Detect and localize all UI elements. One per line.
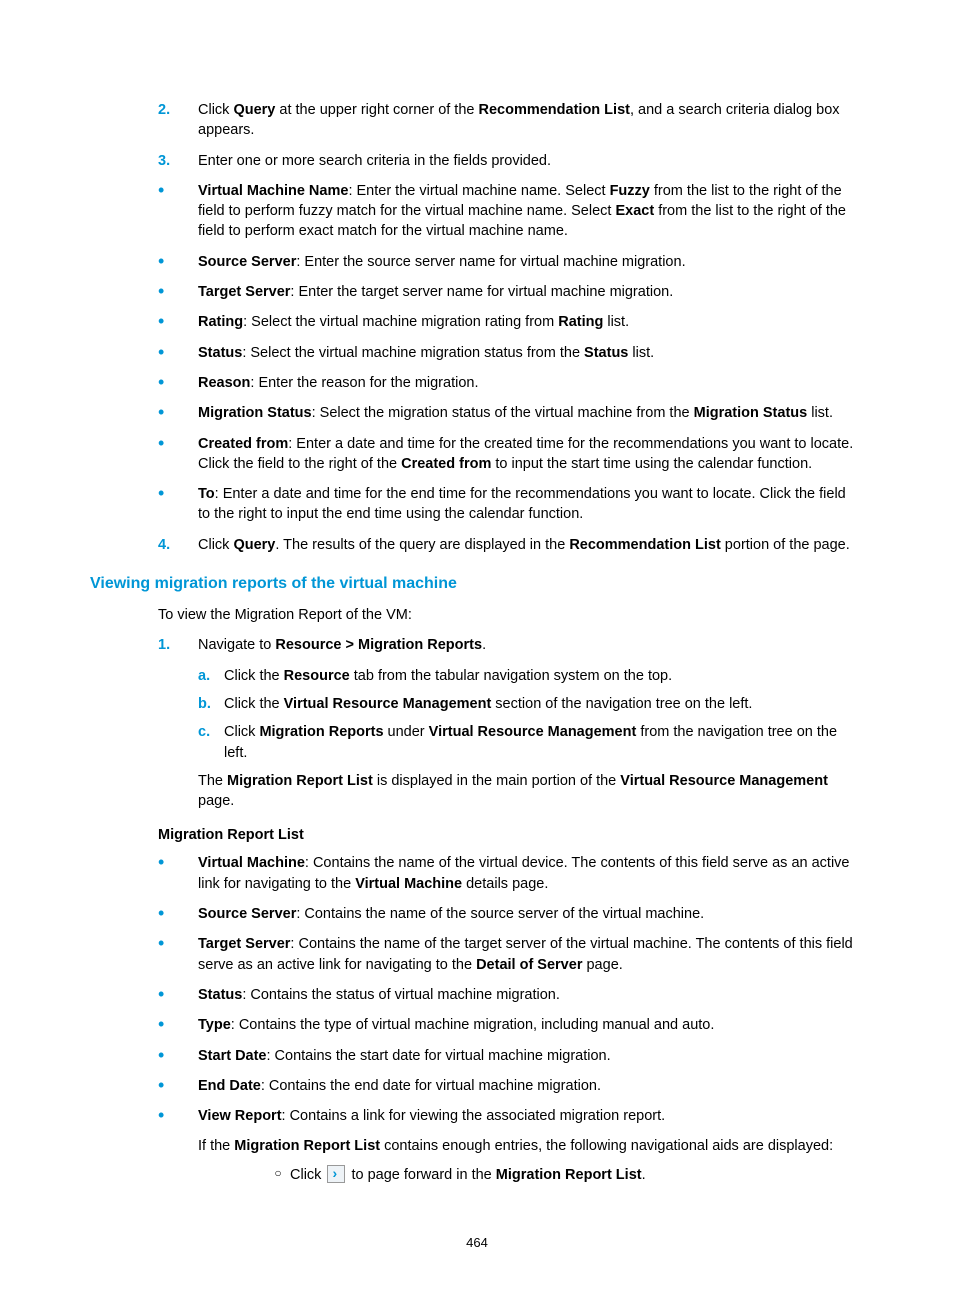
substep-text: Click the Virtual Resource Management se…	[224, 694, 752, 714]
bullet-text: View Report: Contains a link for viewing…	[198, 1106, 864, 1185]
section-heading: Viewing migration reports of the virtual…	[90, 575, 864, 593]
nav-step-1: 1. Navigate to Resource > Migration Repo…	[90, 635, 864, 655]
bullet-icon: •	[90, 282, 198, 302]
bullet-icon: •	[90, 1046, 198, 1066]
bullet-icon: •	[90, 934, 198, 975]
mrl-status: • Status: Contains the status of virtual…	[90, 985, 864, 1005]
list-marker: b.	[198, 694, 224, 714]
bullet-icon: •	[90, 434, 198, 475]
bullet-text: Virtual Machine: Contains the name of th…	[198, 853, 864, 894]
bullet-text: Status: Select the virtual machine migra…	[198, 343, 864, 363]
mrl-source-server: • Source Server: Contains the name of th…	[90, 904, 864, 924]
bullet-text: Status: Contains the status of virtual m…	[198, 985, 864, 1005]
bullet-icon: •	[90, 853, 198, 894]
bullet-icon: •	[90, 484, 198, 525]
bullet-status: • Status: Select the virtual machine mig…	[90, 343, 864, 363]
navaid-item: ○ Click to page forward in the Migration…	[198, 1165, 860, 1185]
bullet-rating: • Rating: Select the virtual machine mig…	[90, 312, 864, 332]
mrl-start-date: • Start Date: Contains the start date fo…	[90, 1046, 864, 1066]
mrl-vm: • Virtual Machine: Contains the name of …	[90, 853, 864, 894]
bullet-text: Source Server: Contains the name of the …	[198, 904, 864, 924]
substep-text: Click the Resource tab from the tabular …	[224, 666, 672, 686]
step-3: 3. Enter one or more search criteria in …	[90, 151, 864, 171]
bullet-icon: •	[90, 904, 198, 924]
bullet-migration-status: • Migration Status: Select the migration…	[90, 403, 864, 423]
bullet-text: Rating: Select the virtual machine migra…	[198, 312, 864, 332]
bullet-icon: •	[90, 985, 198, 1005]
navaid-text: Click to page forward in the Migration R…	[290, 1165, 860, 1185]
bullet-created-from: • Created from: Enter a date and time fo…	[90, 434, 864, 475]
list-marker: c.	[198, 722, 224, 763]
list-marker: a.	[198, 666, 224, 686]
bullet-icon: •	[90, 312, 198, 332]
circle-bullet-icon: ○	[198, 1165, 290, 1185]
list-marker: 3.	[90, 151, 198, 171]
mrl-heading: Migration Report List	[90, 827, 864, 843]
substep-a: a. Click the Resource tab from the tabul…	[198, 666, 864, 686]
list-marker: 1.	[90, 635, 198, 655]
substep-b: b. Click the Virtual Resource Management…	[198, 694, 864, 714]
page-number: 464	[0, 1235, 954, 1250]
bullet-text: Source Server: Enter the source server n…	[198, 252, 864, 272]
step-text: Navigate to Resource > Migration Reports…	[198, 635, 864, 655]
page-forward-icon	[327, 1165, 345, 1183]
bullet-vm-name: • Virtual Machine Name: Enter the virtua…	[90, 181, 864, 242]
bullet-text: Created from: Enter a date and time for …	[198, 434, 864, 475]
bullet-text: Virtual Machine Name: Enter the virtual …	[198, 181, 864, 242]
bullet-text: To: Enter a date and time for the end ti…	[198, 484, 864, 525]
section-intro: To view the Migration Report of the VM:	[90, 605, 864, 625]
mrl-end-date: • End Date: Contains the end date for vi…	[90, 1076, 864, 1096]
bullet-icon: •	[90, 1106, 198, 1185]
bullet-icon: •	[90, 252, 198, 272]
bullet-icon: •	[90, 373, 198, 393]
mrl-type: • Type: Contains the type of virtual mac…	[90, 1015, 864, 1035]
bullet-icon: •	[90, 181, 198, 242]
mrl-view-report: • View Report: Contains a link for viewi…	[90, 1106, 864, 1185]
bullet-text: Start Date: Contains the start date for …	[198, 1046, 864, 1066]
step-text: Click Query at the upper right corner of…	[198, 100, 864, 141]
bullet-text: Type: Contains the type of virtual machi…	[198, 1015, 864, 1035]
bullet-text: Reason: Enter the reason for the migrati…	[198, 373, 864, 393]
step-2: 2. Click Query at the upper right corner…	[90, 100, 864, 141]
bullet-text: Migration Status: Select the migration s…	[198, 403, 864, 423]
bullet-icon: •	[90, 343, 198, 363]
bullet-to: • To: Enter a date and time for the end …	[90, 484, 864, 525]
step-text: Click Query. The results of the query ar…	[198, 535, 864, 555]
document-page: 2. Click Query at the upper right corner…	[0, 0, 954, 1296]
bullet-icon: •	[90, 1076, 198, 1096]
bullet-icon: •	[90, 403, 198, 423]
bullet-source-server: • Source Server: Enter the source server…	[90, 252, 864, 272]
list-marker: 2.	[90, 100, 198, 141]
substep-text: Click Migration Reports under Virtual Re…	[224, 722, 864, 763]
bullet-reason: • Reason: Enter the reason for the migra…	[90, 373, 864, 393]
bullet-text: Target Server: Enter the target server n…	[198, 282, 864, 302]
list-marker: 4.	[90, 535, 198, 555]
navaid-intro: If the Migration Report List contains en…	[198, 1136, 860, 1156]
nav-result: The Migration Report List is displayed i…	[90, 771, 864, 812]
bullet-icon: •	[90, 1015, 198, 1035]
bullet-text: Target Server: Contains the name of the …	[198, 934, 864, 975]
mrl-target-server: • Target Server: Contains the name of th…	[90, 934, 864, 975]
bullet-target-server: • Target Server: Enter the target server…	[90, 282, 864, 302]
step-4: 4. Click Query. The results of the query…	[90, 535, 864, 555]
substep-c: c. Click Migration Reports under Virtual…	[198, 722, 864, 763]
bullet-text: End Date: Contains the end date for virt…	[198, 1076, 864, 1096]
step-text: Enter one or more search criteria in the…	[198, 151, 864, 171]
